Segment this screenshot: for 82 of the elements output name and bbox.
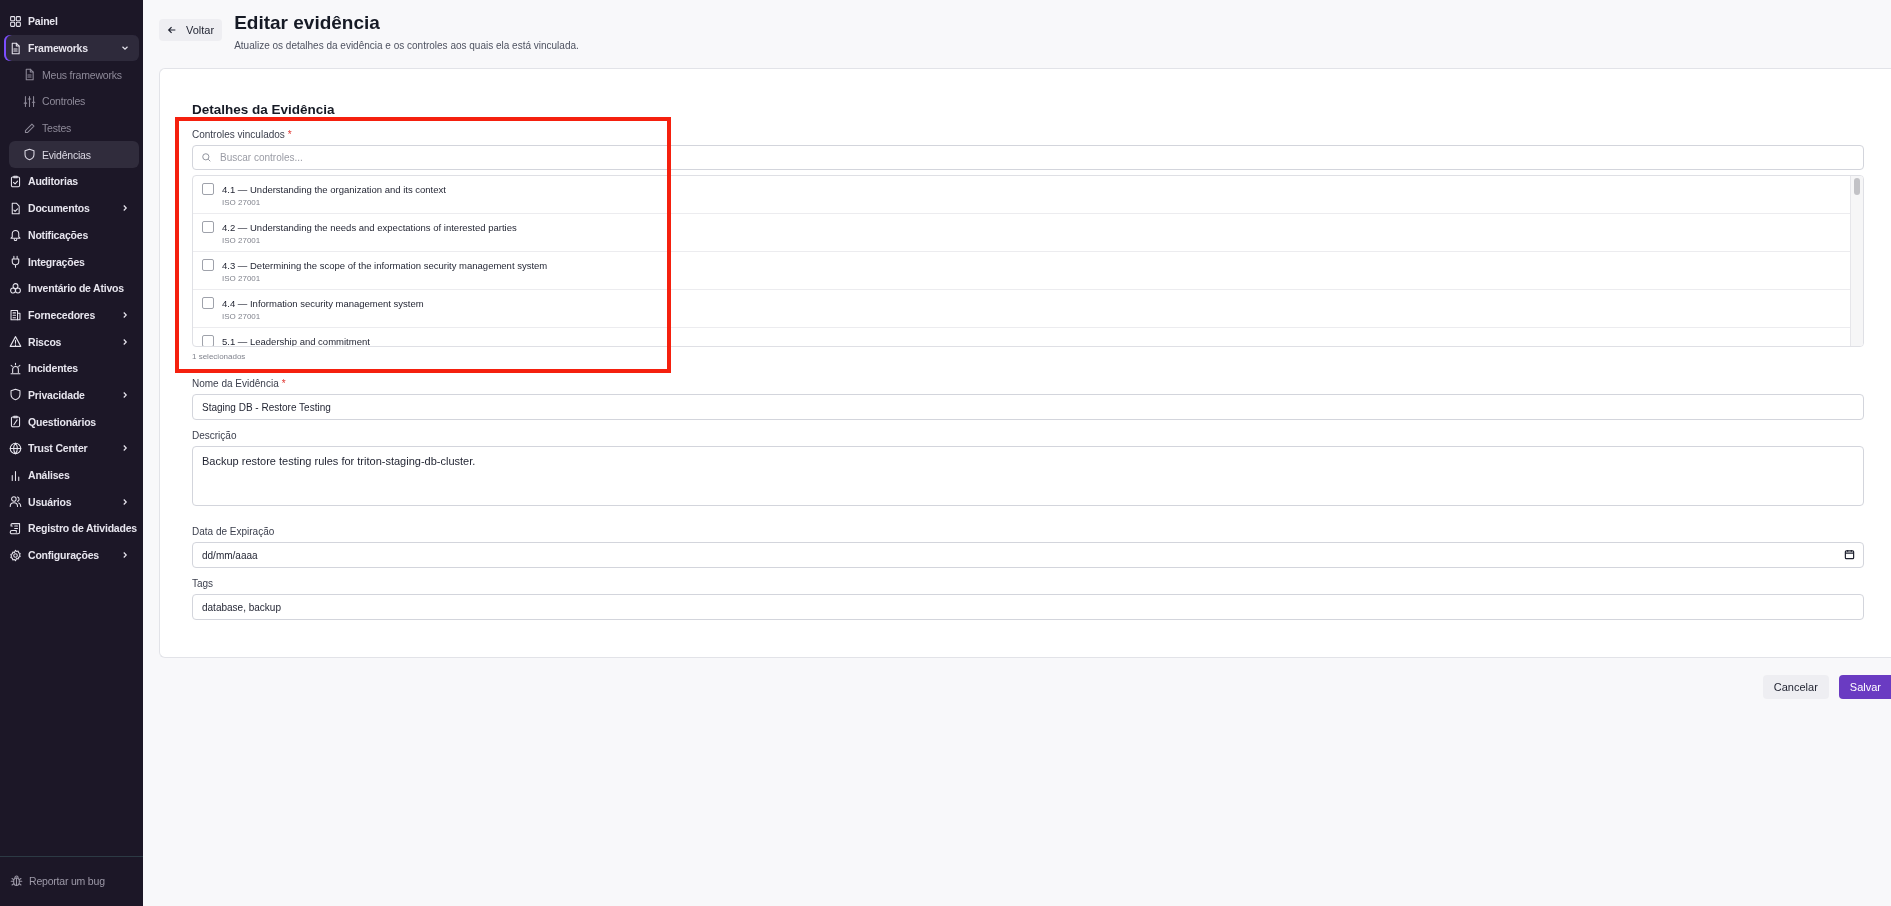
sidebar-item[interactable]: Incidentes [4,354,139,382]
sidebar-item[interactable]: Fornecedores [4,301,139,329]
plug-icon [9,255,22,269]
framework-name: ISO 27001 [222,274,262,283]
users-icon [9,495,22,509]
control-option[interactable]: 4.4 — Information security management system ISO 27001 [193,290,1850,328]
sidebar-item[interactable]: Análises [4,461,139,489]
sidebar-item[interactable]: Auditorias [4,168,139,195]
control-title: 4.2 — Understanding the needs and expectations of interested parties [222,222,517,233]
bug-icon [10,874,23,888]
sidebar-item[interactable]: Privacidade [4,381,139,409]
control-title: 4.4 — Information security management system [222,298,424,309]
building-icon [9,308,22,322]
sidebar-subitem[interactable]: Evidências [9,141,139,169]
selected-count: 1 selecionados [192,352,247,361]
grid-icon [9,14,22,28]
sidebar-item[interactable]: Frameworks [4,34,139,62]
framework-name: ISO 27001 [222,198,262,207]
field-label: Data de Expiração [192,526,276,537]
sidebar-item[interactable]: Integrações [4,248,139,275]
sidebar-item[interactable]: Registro de Atividades [4,515,139,542]
warning-icon [9,335,22,349]
document-check-icon [9,201,22,215]
control-option[interactable]: 4.3 — Determining the scope of the information security management system ISO 27001 [193,252,1850,290]
scrollbar[interactable] [1850,176,1863,346]
description-field[interactable]: Backup restore testing rules for triton-staging-db-cluster. [192,446,1864,506]
save-button[interactable]: Salvar [1838,675,1891,699]
section-title: Detalhes da Evidência [192,102,336,117]
pencil-icon [23,121,36,135]
circles-icon [9,281,22,295]
checkbox[interactable] [202,335,214,346]
cancel-button[interactable]: Cancelar [1762,675,1829,699]
arrow-left-icon [167,25,177,35]
sidebar-item[interactable]: Riscos [4,328,139,355]
framework-name: ISO 27001 [222,312,262,321]
bar-chart-icon [9,468,22,482]
calendar-icon [1844,549,1855,560]
page-subtitle: Atualize os detalhes da evidência e os controles aos quais ela está vinculada. [234,40,579,51]
sliders-icon [23,94,36,108]
sidebar-item[interactable]: Notificações [4,221,139,249]
control-option[interactable]: 4.2 — Understanding the needs and expectations of interested parties ISO 27001 [193,214,1850,252]
sidebar-subitem[interactable]: Testes [9,114,139,142]
sidebar-item[interactable]: Documentos [4,194,139,222]
text-field[interactable]: database, backup [192,594,1864,620]
settings-icon [9,548,22,562]
clipboard-check-icon [9,174,22,188]
checkbox[interactable] [202,221,214,233]
sidebar-item[interactable]: Painel [4,8,139,35]
sidebar-item[interactable]: Questionários [4,408,139,435]
checkbox[interactable] [202,297,214,309]
back-button[interactable]: Voltar [159,19,223,41]
sidebar-item[interactable]: Configurações [4,541,139,569]
search-field[interactable]: Buscar controles... [192,145,1864,170]
field-label: Descrição [192,430,238,441]
clipboard-icon [9,415,22,429]
framework-name: ISO 27001 [222,236,262,245]
sidebar-item[interactable]: Usuários [4,488,139,516]
field-label: Controles vinculados * [192,129,293,140]
siren-icon [9,361,22,375]
date-field[interactable]: dd/mm/aaaa [192,542,1864,568]
document-icon [23,68,36,82]
document-icon [9,41,22,55]
shield-icon [9,388,22,402]
sidebar-item[interactable]: Inventário de Ativos [4,274,139,302]
text-field[interactable]: Staging DB - Restore Testing [192,394,1864,420]
checkbox[interactable] [202,183,214,195]
bell-icon [9,228,22,242]
sidebar-subitem[interactable]: Meus frameworks [9,61,139,89]
sidebar-subitem[interactable]: Controles [9,88,139,115]
page-title: Editar evidência [234,12,381,34]
scroll-icon [9,521,22,535]
sidebar-item[interactable]: Trust Center [4,435,139,462]
control-option[interactable]: 4.1 — Understanding the organization and its context ISO 27001 [193,176,1850,214]
report-bug-link[interactable]: Reportar um bug [5,867,138,894]
control-title: 4.3 — Determining the scope of the information security management system [222,260,548,271]
search-icon [201,152,212,163]
globe-icon [9,441,22,455]
control-title: 4.1 — Understanding the organization and its context [222,184,446,195]
shield-icon [23,148,36,162]
field-label: Tags [192,578,215,589]
checkbox[interactable] [202,259,214,271]
field-label: Nome da Evidência * [192,378,287,389]
